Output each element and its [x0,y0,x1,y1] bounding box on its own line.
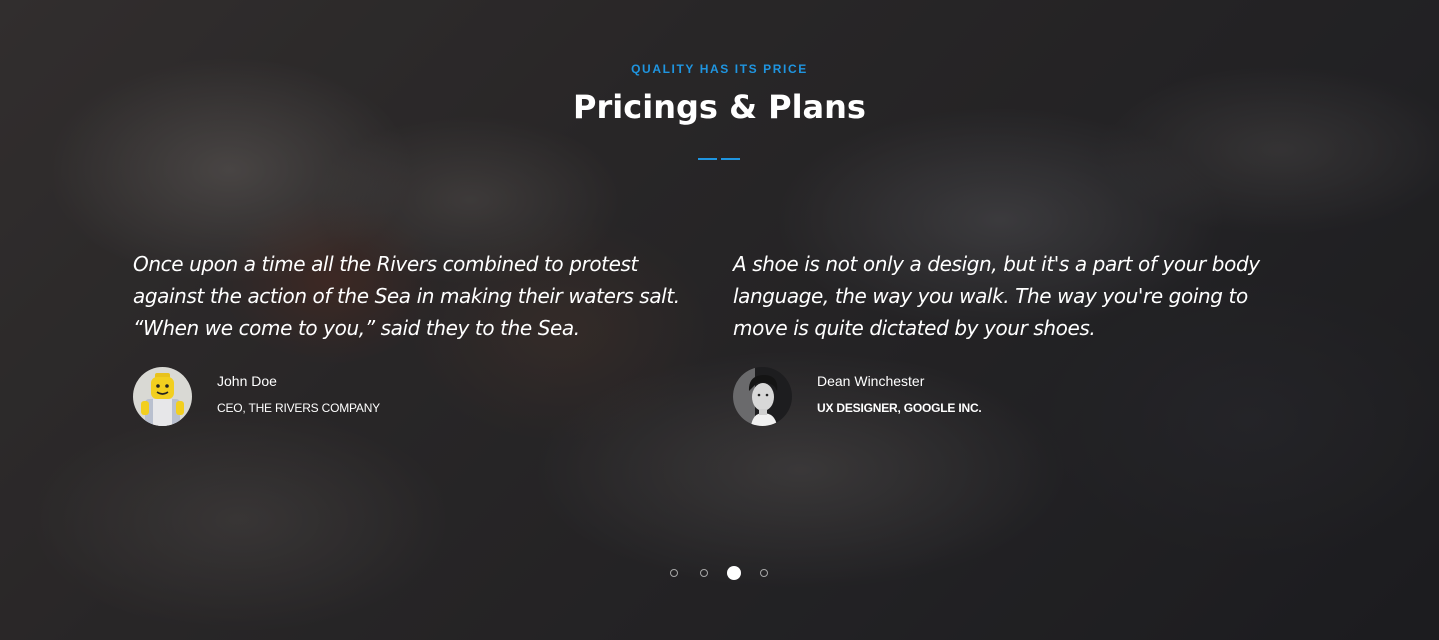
testimonial-quote: Once upon a time all the Rivers combined… [133,252,680,340]
carousel-pagination [667,565,773,581]
section-title: Pricings & Plans [573,88,866,126]
carousel-dot-3[interactable] [727,566,741,580]
testimonial-card: Once upon a time all the Rivers combined… [133,248,693,426]
section-eyebrow: QUALITY HAS ITS PRICE [631,62,808,76]
author-role: UX DESIGNER, GOOGLE INC. [817,401,982,415]
man-portrait-avatar-icon [733,367,792,426]
title-divider [698,158,740,160]
author-role: CEO, THE RIVERS COMPANY [217,401,380,415]
testimonial-quote: A shoe is not only a design, but it's a … [733,252,1260,340]
testimonial-author: Dean Winchester UX DESIGNER, GOOGLE INC. [733,366,1153,426]
testimonial-card: A shoe is not only a design, but it's a … [733,248,1293,426]
author-name: Dean Winchester [817,373,925,389]
carousel-dot-2[interactable] [700,569,708,577]
testimonial-author: John Doe CEO, THE RIVERS COMPANY [133,366,553,426]
section-content: QUALITY HAS ITS PRICE Pricings & Plans O… [0,0,1439,640]
lego-figure-avatar-icon [133,367,192,426]
carousel-dot-1[interactable] [670,569,678,577]
testimonials-section: QUALITY HAS ITS PRICE Pricings & Plans O… [0,0,1439,640]
carousel-dot-4[interactable] [760,569,768,577]
author-name: John Doe [217,373,277,389]
